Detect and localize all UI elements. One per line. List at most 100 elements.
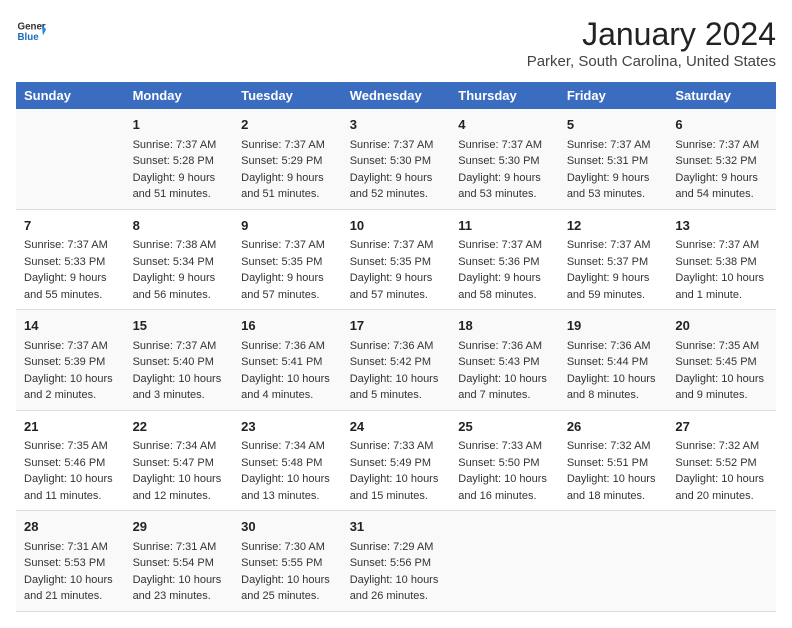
day-number: 26: [567, 417, 660, 437]
calendar-cell-w5d5: [450, 511, 559, 612]
day-info: Sunrise: 7:35 AM Sunset: 5:45 PM Dayligh…: [675, 340, 764, 402]
day-info: Sunrise: 7:32 AM Sunset: 5:51 PM Dayligh…: [567, 440, 656, 502]
svg-text:General: General: [18, 22, 47, 33]
day-info: Sunrise: 7:36 AM Sunset: 5:44 PM Dayligh…: [567, 340, 656, 402]
day-number: 14: [24, 316, 117, 336]
day-number: 5: [567, 115, 660, 135]
day-info: Sunrise: 7:33 AM Sunset: 5:50 PM Dayligh…: [458, 440, 547, 502]
day-number: 18: [458, 316, 551, 336]
calendar-week-2: 7 Sunrise: 7:37 AM Sunset: 5:33 PM Daylig…: [16, 209, 776, 310]
calendar-cell-w1d6: 5 Sunrise: 7:37 AM Sunset: 5:31 PM Daylig…: [559, 109, 668, 209]
day-info: Sunrise: 7:37 AM Sunset: 5:28 PM Dayligh…: [133, 139, 217, 201]
day-number: 9: [241, 216, 334, 236]
day-number: 2: [241, 115, 334, 135]
day-number: 6: [675, 115, 768, 135]
calendar-cell-w3d3: 16 Sunrise: 7:36 AM Sunset: 5:41 PM Dayli…: [233, 310, 342, 411]
day-number: 11: [458, 216, 551, 236]
calendar-cell-w4d7: 27 Sunrise: 7:32 AM Sunset: 5:52 PM Dayli…: [667, 410, 776, 511]
calendar-cell-w5d4: 31Sunrise: 7:29 AM Sunset: 5:56 PM Dayli…: [342, 511, 451, 612]
day-number: 20: [675, 316, 768, 336]
day-info: Sunrise: 7:37 AM Sunset: 5:31 PM Dayligh…: [567, 139, 651, 201]
day-number: 7: [24, 216, 117, 236]
calendar-cell-w1d5: 4Sunrise: 7:37 AM Sunset: 5:30 PM Daylig…: [450, 109, 559, 209]
calendar-cell-w2d2: 8 Sunrise: 7:38 AM Sunset: 5:34 PM Daylig…: [125, 209, 234, 310]
calendar-title: January 2024: [527, 16, 776, 53]
calendar-cell-w4d3: 23 Sunrise: 7:34 AM Sunset: 5:48 PM Dayli…: [233, 410, 342, 511]
day-info: Sunrise: 7:37 AM Sunset: 5:39 PM Dayligh…: [24, 340, 113, 402]
calendar-cell-w2d4: 10Sunrise: 7:37 AM Sunset: 5:35 PM Dayli…: [342, 209, 451, 310]
day-number: 3: [350, 115, 443, 135]
calendar-cell-w5d7: [667, 511, 776, 612]
day-info: Sunrise: 7:37 AM Sunset: 5:30 PM Dayligh…: [458, 139, 542, 201]
calendar-cell-w3d4: 17Sunrise: 7:36 AM Sunset: 5:42 PM Dayli…: [342, 310, 451, 411]
day-number: 16: [241, 316, 334, 336]
calendar-header-row: Sunday Monday Tuesday Wednesday Thursday…: [16, 82, 776, 109]
day-info: Sunrise: 7:37 AM Sunset: 5:30 PM Dayligh…: [350, 139, 434, 201]
title-section: January 2024 Parker, South Carolina, Uni…: [527, 16, 776, 70]
day-info: Sunrise: 7:37 AM Sunset: 5:32 PM Dayligh…: [675, 139, 759, 201]
day-number: 8: [133, 216, 226, 236]
day-info: Sunrise: 7:34 AM Sunset: 5:47 PM Dayligh…: [133, 440, 222, 502]
calendar-cell-w4d2: 22Sunrise: 7:34 AM Sunset: 5:47 PM Dayli…: [125, 410, 234, 511]
day-number: 12: [567, 216, 660, 236]
header-friday: Friday: [559, 82, 668, 109]
day-number: 25: [458, 417, 551, 437]
logo: General Blue: [16, 16, 46, 46]
calendar-subtitle: Parker, South Carolina, United States: [527, 53, 776, 70]
calendar-cell-w3d2: 15 Sunrise: 7:37 AM Sunset: 5:40 PM Dayli…: [125, 310, 234, 411]
calendar-cell-w5d6: [559, 511, 668, 612]
calendar-cell-w3d5: 18 Sunrise: 7:36 AM Sunset: 5:43 PM Dayli…: [450, 310, 559, 411]
day-info: Sunrise: 7:36 AM Sunset: 5:43 PM Dayligh…: [458, 340, 547, 402]
calendar-table: Sunday Monday Tuesday Wednesday Thursday…: [16, 82, 776, 612]
calendar-cell-w4d1: 21Sunrise: 7:35 AM Sunset: 5:46 PM Dayli…: [16, 410, 125, 511]
day-number: 28: [24, 517, 117, 537]
day-info: Sunrise: 7:37 AM Sunset: 5:33 PM Dayligh…: [24, 239, 108, 301]
header-sunday: Sunday: [16, 82, 125, 109]
calendar-week-1: 1 Sunrise: 7:37 AM Sunset: 5:28 PM Daylig…: [16, 109, 776, 209]
day-info: Sunrise: 7:38 AM Sunset: 5:34 PM Dayligh…: [133, 239, 217, 301]
day-info: Sunrise: 7:32 AM Sunset: 5:52 PM Dayligh…: [675, 440, 764, 502]
page-header: General Blue January 2024 Parker, South …: [16, 16, 776, 70]
day-info: Sunrise: 7:37 AM Sunset: 5:35 PM Dayligh…: [350, 239, 434, 301]
day-number: 19: [567, 316, 660, 336]
calendar-week-5: 28 Sunrise: 7:31 AM Sunset: 5:53 PM Dayli…: [16, 511, 776, 612]
calendar-cell-w4d4: 24Sunrise: 7:33 AM Sunset: 5:49 PM Dayli…: [342, 410, 451, 511]
calendar-cell-w5d2: 29 Sunrise: 7:31 AM Sunset: 5:54 PM Dayli…: [125, 511, 234, 612]
day-number: 24: [350, 417, 443, 437]
day-info: Sunrise: 7:36 AM Sunset: 5:41 PM Dayligh…: [241, 340, 330, 402]
day-info: Sunrise: 7:31 AM Sunset: 5:53 PM Dayligh…: [24, 541, 113, 603]
calendar-week-4: 21Sunrise: 7:35 AM Sunset: 5:46 PM Dayli…: [16, 410, 776, 511]
header-saturday: Saturday: [667, 82, 776, 109]
calendar-cell-w2d6: 12 Sunrise: 7:37 AM Sunset: 5:37 PM Dayli…: [559, 209, 668, 310]
day-info: Sunrise: 7:31 AM Sunset: 5:54 PM Dayligh…: [133, 541, 222, 603]
calendar-cell-w1d7: 6 Sunrise: 7:37 AM Sunset: 5:32 PM Daylig…: [667, 109, 776, 209]
calendar-cell-w3d7: 20 Sunrise: 7:35 AM Sunset: 5:45 PM Dayli…: [667, 310, 776, 411]
calendar-cell-w5d3: 30 Sunrise: 7:30 AM Sunset: 5:55 PM Dayli…: [233, 511, 342, 612]
day-info: Sunrise: 7:37 AM Sunset: 5:40 PM Dayligh…: [133, 340, 222, 402]
calendar-cell-w3d6: 19 Sunrise: 7:36 AM Sunset: 5:44 PM Dayli…: [559, 310, 668, 411]
day-number: 30: [241, 517, 334, 537]
calendar-cell-w2d7: 13Sunrise: 7:37 AM Sunset: 5:38 PM Dayli…: [667, 209, 776, 310]
calendar-cell-w1d2: 1 Sunrise: 7:37 AM Sunset: 5:28 PM Daylig…: [125, 109, 234, 209]
calendar-cell-w2d3: 9 Sunrise: 7:37 AM Sunset: 5:35 PM Daylig…: [233, 209, 342, 310]
day-info: Sunrise: 7:34 AM Sunset: 5:48 PM Dayligh…: [241, 440, 330, 502]
day-info: Sunrise: 7:37 AM Sunset: 5:37 PM Dayligh…: [567, 239, 651, 301]
day-number: 1: [133, 115, 226, 135]
day-number: 21: [24, 417, 117, 437]
day-info: Sunrise: 7:37 AM Sunset: 5:36 PM Dayligh…: [458, 239, 542, 301]
svg-text:Blue: Blue: [18, 32, 40, 43]
calendar-week-3: 14 Sunrise: 7:37 AM Sunset: 5:39 PM Dayli…: [16, 310, 776, 411]
calendar-cell-w3d1: 14 Sunrise: 7:37 AM Sunset: 5:39 PM Dayli…: [16, 310, 125, 411]
header-wednesday: Wednesday: [342, 82, 451, 109]
day-number: 13: [675, 216, 768, 236]
day-info: Sunrise: 7:30 AM Sunset: 5:55 PM Dayligh…: [241, 541, 330, 603]
day-number: 15: [133, 316, 226, 336]
day-info: Sunrise: 7:37 AM Sunset: 5:29 PM Dayligh…: [241, 139, 325, 201]
day-number: 23: [241, 417, 334, 437]
day-number: 29: [133, 517, 226, 537]
day-info: Sunrise: 7:37 AM Sunset: 5:35 PM Dayligh…: [241, 239, 325, 301]
calendar-cell-w4d6: 26 Sunrise: 7:32 AM Sunset: 5:51 PM Dayli…: [559, 410, 668, 511]
day-number: 27: [675, 417, 768, 437]
calendar-cell-w5d1: 28 Sunrise: 7:31 AM Sunset: 5:53 PM Dayli…: [16, 511, 125, 612]
calendar-cell-w4d5: 25 Sunrise: 7:33 AM Sunset: 5:50 PM Dayli…: [450, 410, 559, 511]
